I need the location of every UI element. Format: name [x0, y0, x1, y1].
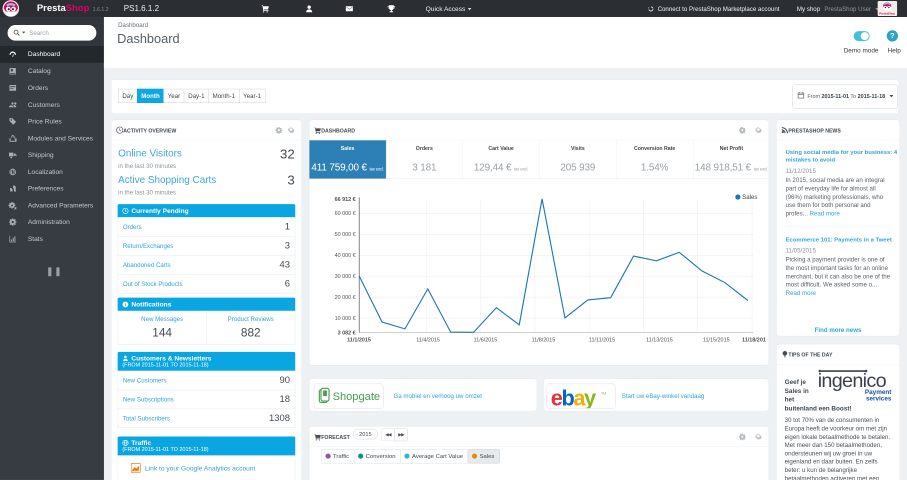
svg-text:Shopgate: Shopgate [333, 391, 381, 403]
svg-text:60 000 €: 60 000 € [335, 211, 356, 217]
svg-text:11/6/2015: 11/6/2015 [474, 338, 498, 344]
svg-text:66 912 €: 66 912 € [335, 197, 356, 203]
svg-text:30 000 €: 30 000 € [335, 274, 356, 280]
svg-text:11/8/2015: 11/8/2015 [532, 338, 556, 344]
svg-text:10 000 €: 10 000 € [335, 316, 356, 322]
svg-text:Sales: Sales [742, 194, 757, 201]
svg-text:11/15/2015: 11/15/2015 [703, 338, 730, 344]
svg-text:TM: TM [601, 391, 606, 395]
svg-text:services: services [866, 396, 891, 402]
svg-text:3 082 €: 3 082 € [338, 330, 356, 336]
svg-text:11/18/201: 11/18/201 [742, 338, 766, 344]
svg-text:11/13/2015: 11/13/2015 [646, 338, 673, 344]
svg-text:11/11/2015: 11/11/2015 [589, 338, 615, 344]
svg-text:PrestaShop: PrestaShop [879, 12, 895, 16]
svg-text:40 000 €: 40 000 € [335, 253, 356, 259]
svg-text:11/4/2015: 11/4/2015 [416, 338, 440, 344]
svg-text:11/1/2015: 11/1/2015 [347, 338, 371, 344]
svg-text:50 000 €: 50 000 € [335, 232, 356, 238]
svg-text:20 000 €: 20 000 € [335, 295, 356, 301]
svg-text:ebay: ebay [551, 385, 596, 408]
